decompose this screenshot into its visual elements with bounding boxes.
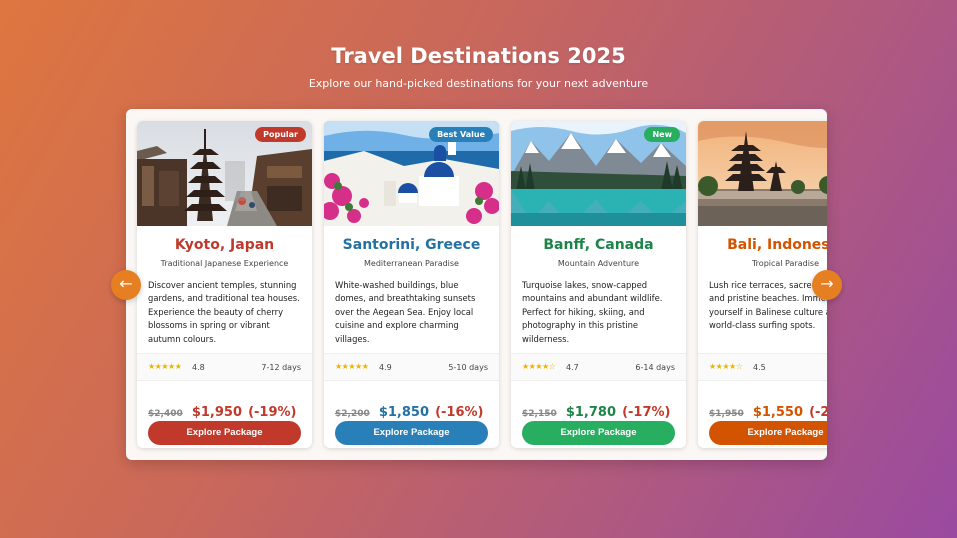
rating-value: 4.9 <box>379 363 392 372</box>
trip-duration: 7-12 days <box>261 363 301 372</box>
destination-card: Popular Kyoto, Japan Traditional Japanes… <box>137 121 312 448</box>
discount: (-16%) <box>435 405 484 420</box>
old-price: $2,400 <box>148 409 183 419</box>
card-subtitle: Mountain Adventure <box>557 259 640 268</box>
card-title: Banff, Canada <box>543 237 654 253</box>
price-row: $2,200 $1,850 (-16%) <box>335 401 495 420</box>
explore-package-button[interactable]: Explore Package <box>709 421 827 445</box>
card-subtitle: Tropical Paradise <box>751 259 820 268</box>
rating-stars-icon: ★★★★★ <box>335 362 369 371</box>
rating-value: 4.7 <box>566 363 579 372</box>
rating-value: 4.5 <box>753 363 766 372</box>
card-badge: New <box>644 127 680 142</box>
explore-package-button[interactable]: Explore Package <box>335 421 488 445</box>
card-title: Santorini, Greece <box>342 237 481 253</box>
rating-stars-icon: ★★★★★ <box>148 362 182 371</box>
old-price: $2,200 <box>335 409 370 419</box>
rating-value: 4.8 <box>192 363 205 372</box>
price-row: $1,950 $1,550 (-21%) <box>709 401 827 420</box>
discount: (-21%) <box>809 405 827 420</box>
new-price: $1,780 <box>565 405 616 420</box>
price-row: $2,150 $1,780 (-17%) <box>522 401 682 420</box>
card-description: Lush rice terraces, sacred temples, and … <box>709 280 827 331</box>
water-temple-photo <box>698 121 827 226</box>
old-price: $2,150 <box>522 409 557 419</box>
page-subtitle: Explore our hand-picked destinations for… <box>308 77 649 90</box>
carousel-prev-button[interactable]: ← <box>111 270 141 300</box>
destination-card: Bali, Indonesia Tropical Paradise Lush r… <box>698 121 827 448</box>
card-meta: ★★★★★ 4.8 7-12 days <box>137 353 312 381</box>
new-price: $1,850 <box>378 405 429 420</box>
carousel-next-button[interactable]: → <box>812 270 842 300</box>
new-price: $1,950 <box>191 405 242 420</box>
destination-carousel: Popular Kyoto, Japan Traditional Japanes… <box>126 109 827 460</box>
card-badge: Popular <box>255 127 306 142</box>
price-row: $2,400 $1,950 (-19%) <box>148 401 308 420</box>
card-description: Turquoise lakes, snow-capped mountains a… <box>522 280 663 344</box>
old-price: $1,950 <box>709 409 744 419</box>
discount: (-17%) <box>622 405 671 420</box>
destination-card: New Banff, Canada Mountain Adventure Tur… <box>511 121 686 448</box>
card-meta: ★★★★☆ 4.5 <box>698 353 827 381</box>
explore-package-button[interactable]: Explore Package <box>522 421 675 445</box>
rating-stars-icon: ★★★★☆ <box>709 362 743 371</box>
arrow-left-icon: ← <box>119 274 133 293</box>
card-badge: Best Value <box>429 127 493 142</box>
card-subtitle: Mediterranean Paradise <box>364 259 459 268</box>
rating-stars-icon: ★★★★☆ <box>522 362 556 371</box>
card-description: Discover ancient temples, stunning garde… <box>148 280 300 344</box>
discount: (-19%) <box>248 405 297 420</box>
card-meta: ★★★★★ 4.9 5-10 days <box>324 353 499 381</box>
card-title: Bali, Indonesia <box>727 237 827 253</box>
card-title: Kyoto, Japan <box>174 237 275 253</box>
arrow-right-icon: → <box>820 274 834 293</box>
page-title: Travel Destinations 2025 <box>331 44 626 68</box>
destination-card: Best Value Santorini, Greece Mediterrane… <box>324 121 499 448</box>
card-meta: ★★★★☆ 4.7 6-14 days <box>511 353 686 381</box>
new-price: $1,550 <box>752 405 803 420</box>
trip-duration: 6-14 days <box>635 363 675 372</box>
card-description: White-washed buildings, blue domes, and … <box>335 280 476 344</box>
explore-package-button[interactable]: Explore Package <box>148 421 301 445</box>
card-subtitle: Traditional Japanese Experience <box>160 259 289 268</box>
trip-duration: 5-10 days <box>448 363 488 372</box>
